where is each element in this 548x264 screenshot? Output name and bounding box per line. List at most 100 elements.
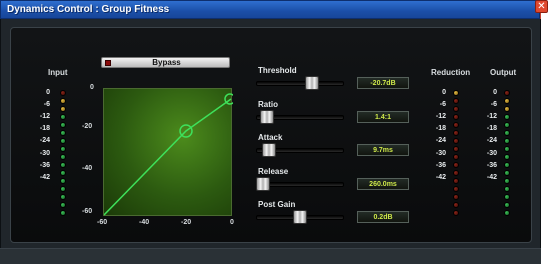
output-meter-tick: -24 [486, 137, 497, 145]
meter-led [504, 186, 510, 192]
close-button[interactable]: ✕ [535, 0, 548, 13]
meter-led [453, 194, 459, 200]
graph-y-tick: 0 [90, 84, 94, 91]
meter-led [453, 202, 459, 208]
output-meter-tick: -30 [486, 149, 497, 157]
title-bar[interactable]: Dynamics Control : Group Fitness [0, 0, 540, 19]
reduction-meter-tick: -12 [435, 113, 446, 121]
param-label-threshold: Threshold [258, 66, 297, 75]
graph-y-tick: -60 [82, 208, 93, 215]
meter-led [453, 178, 459, 184]
meter-led [504, 106, 510, 112]
reduction-meter-tick: -6 [439, 101, 446, 109]
slider-track-threshold[interactable] [256, 81, 344, 86]
param-label-ratio: Ratio [258, 99, 278, 109]
reduction-meter-tick: -18 [435, 125, 446, 133]
meter-led [504, 202, 510, 208]
input-meter-tick: -36 [39, 161, 50, 169]
reduction-meter [453, 90, 460, 218]
meter-led [60, 194, 66, 200]
meter-led [60, 162, 66, 168]
reduction-meter-tick: -42 [435, 173, 446, 181]
output-meter-tick: -42 [486, 173, 497, 181]
input-meter-tick: -6 [43, 101, 50, 109]
output-meter-tick: 0 [493, 89, 497, 96]
slider-thumb-release[interactable] [256, 176, 270, 191]
meter-led [504, 138, 510, 144]
readout-post_gain[interactable]: 0.2dB [357, 211, 409, 223]
meter-led [453, 146, 459, 152]
meter-led [60, 186, 66, 192]
graph-y-tick: -20 [82, 123, 93, 130]
meter-led [60, 90, 66, 96]
window-title: Dynamics Control : Group Fitness [7, 4, 170, 15]
graph-x-tick: 0 [230, 219, 234, 226]
input-meter-tick: -30 [39, 149, 50, 157]
meter-led [453, 90, 459, 96]
input-meter-tick: 0 [46, 89, 50, 96]
graph-x-tick: -60 [97, 219, 108, 226]
input-meter-tick: -12 [39, 113, 50, 121]
meter-led [504, 178, 510, 184]
meter-led [453, 98, 459, 104]
meter-led [60, 202, 66, 208]
meter-led [453, 170, 459, 176]
input-meter [60, 90, 67, 218]
output-meter-tick: -12 [486, 113, 497, 121]
meter-led [504, 98, 510, 104]
input-meter-tick: -24 [39, 137, 50, 145]
meter-led [504, 154, 510, 160]
graph-x-tick: -20 [181, 219, 192, 226]
param-label-release: Release [258, 166, 289, 176]
readout-ratio[interactable]: 1.4:1 [357, 110, 409, 123]
bypass-button[interactable]: Bypass [101, 57, 230, 68]
input-meter-tick: -42 [39, 173, 50, 181]
input-meter-tick: -18 [39, 125, 50, 133]
curve-top-handle [224, 93, 236, 105]
meter-led [504, 130, 510, 136]
slider-thumb-post_gain[interactable] [293, 210, 307, 224]
slider-thumb-attack[interactable] [261, 143, 276, 157]
reduction-meter-tick: -30 [435, 149, 446, 157]
meter-led [60, 106, 66, 112]
meter-led [60, 210, 66, 216]
graph-y-tick: -40 [82, 165, 93, 172]
meter-led [504, 122, 510, 128]
meter-led [60, 154, 66, 160]
reduction-meter-tick: 0 [442, 89, 446, 96]
meter-led [453, 186, 459, 192]
meter-led [504, 162, 510, 168]
readout-threshold[interactable]: -20.7dB [357, 77, 409, 89]
transfer-curve [103, 98, 232, 216]
transfer-curve-svg [103, 93, 236, 216]
meter-led [453, 114, 459, 120]
reduction-meter-tick: -36 [435, 161, 446, 169]
bypass-label: Bypass [152, 58, 181, 67]
param-label-attack: Attack [258, 133, 283, 142]
meter-led [504, 90, 510, 96]
output-meter-tick: -18 [486, 125, 497, 133]
output-meter [504, 90, 511, 218]
slider-thumb-threshold[interactable] [304, 76, 319, 90]
dynamics-control-window: Dynamics Control : Group Fitness ✕ Input… [0, 0, 548, 264]
output-meter-label: Output [490, 68, 517, 77]
meter-led [60, 146, 66, 152]
meter-led [453, 154, 459, 160]
input-meter-label: Input [48, 68, 68, 77]
output-meter-tick: -6 [490, 101, 497, 109]
transfer-curve-graph[interactable] [103, 88, 236, 216]
graph-x-tick: -40 [139, 219, 150, 226]
slider-thumb-ratio[interactable] [260, 109, 275, 124]
readout-release[interactable]: 260.0ms [357, 177, 409, 190]
meter-led [453, 162, 459, 168]
meter-led [504, 170, 510, 176]
readout-attack[interactable]: 9.7ms [357, 144, 409, 156]
meter-led [60, 178, 66, 184]
meter-led [453, 106, 459, 112]
reduction-meter-tick: -24 [435, 137, 446, 145]
param-label-post_gain: Post Gain [258, 200, 296, 209]
meter-led [453, 210, 459, 216]
meter-led [453, 130, 459, 136]
meter-led [60, 130, 66, 136]
bottom-bar [0, 248, 541, 264]
